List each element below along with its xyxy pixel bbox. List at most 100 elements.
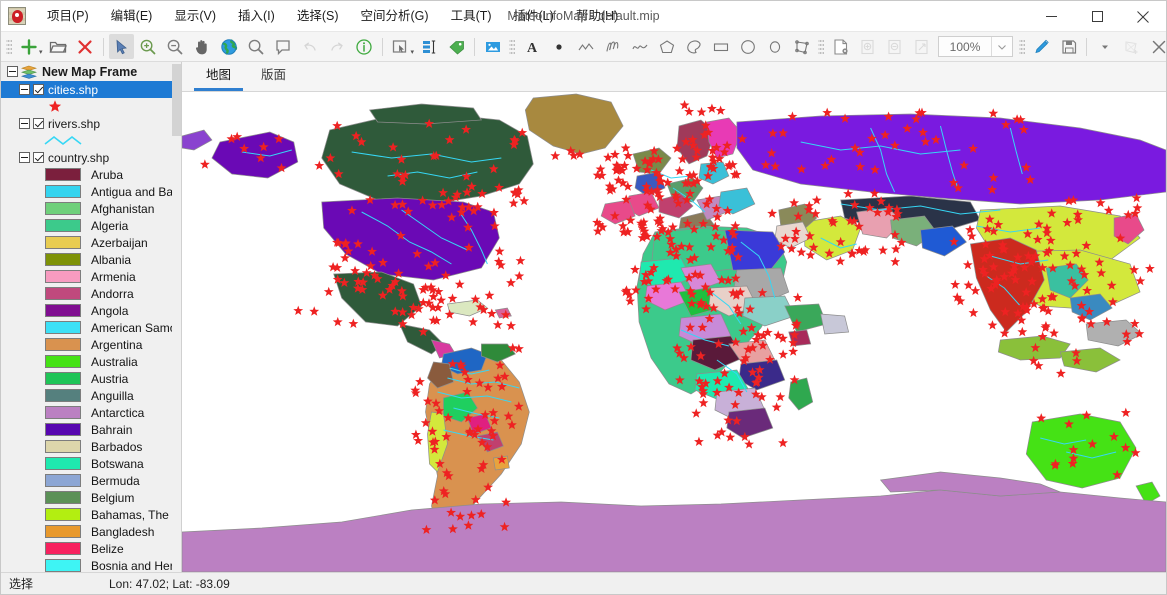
layer-visibility-checkbox[interactable] <box>33 84 44 95</box>
legend-item[interactable]: Belgium <box>1 489 181 506</box>
legend-item[interactable]: American Samo <box>1 319 181 336</box>
tree-item-rivers-layer[interactable]: rivers.shp <box>1 115 181 132</box>
scrollbar-thumb[interactable] <box>172 64 181 136</box>
tab-map[interactable]: 地图 <box>194 60 243 91</box>
legend-item[interactable]: Belize <box>1 540 181 557</box>
identify-info-button[interactable] <box>352 34 377 59</box>
layer-visibility-checkbox[interactable] <box>33 118 44 129</box>
status-mode-label: 选择 <box>1 575 109 592</box>
close-button[interactable] <box>1120 1 1166 32</box>
layout-zoom-out-button[interactable] <box>882 34 907 59</box>
page-setup-button[interactable] <box>828 34 853 59</box>
insert-text-button[interactable]: A <box>519 34 544 59</box>
menu-view[interactable]: 显示(V) <box>163 3 227 29</box>
edit-tools-dropdown[interactable] <box>1092 34 1117 59</box>
add-layer-button[interactable] <box>16 34 41 59</box>
menu-project[interactable]: 项目(P) <box>36 3 100 29</box>
menu-tools[interactable]: 工具(T) <box>440 3 503 29</box>
save-edits-button[interactable] <box>1056 34 1081 59</box>
tree-item-map-frame[interactable]: New Map Frame <box>1 62 181 81</box>
legend-item[interactable]: Angola <box>1 302 181 319</box>
zoom-level-combobox[interactable]: 100% <box>938 36 1013 57</box>
select-features-button[interactable] <box>388 34 413 59</box>
legend-item[interactable]: Barbados <box>1 438 181 455</box>
legend-item[interactable]: Armenia <box>1 268 181 285</box>
legend-color-swatch <box>45 185 81 198</box>
layer-visibility-checkbox[interactable] <box>33 152 44 163</box>
expander-icon[interactable] <box>19 118 30 129</box>
expander-icon[interactable] <box>19 152 30 163</box>
legend-item[interactable]: Bahamas, The <box>1 506 181 523</box>
chevron-down-icon[interactable] <box>991 37 1012 56</box>
legend-item[interactable]: Bahrain <box>1 421 181 438</box>
select-tool-button[interactable] <box>109 34 134 59</box>
toolbar-grip[interactable] <box>6 38 12 56</box>
legend-item[interactable]: Bosnia and Her <box>1 557 181 572</box>
tab-layout[interactable]: 版面 <box>249 60 298 91</box>
expander-icon[interactable] <box>7 66 18 77</box>
menu-edit[interactable]: 编辑(E) <box>100 3 164 29</box>
insert-rectangle-button[interactable] <box>708 34 733 59</box>
tree-item-cities-layer[interactable]: cities.shp <box>1 81 181 98</box>
zoom-level-value[interactable]: 100% <box>939 37 991 56</box>
legend-item[interactable]: Andorra <box>1 285 181 302</box>
legend-item[interactable]: Afghanistan <box>1 200 181 217</box>
edit-delete-feature-button[interactable] <box>1146 34 1167 59</box>
map-canvas[interactable] <box>182 92 1166 572</box>
zoom-in-button[interactable] <box>136 34 161 59</box>
menu-plugins[interactable]: 插件(L) <box>503 3 565 29</box>
insert-circle-button[interactable] <box>735 34 760 59</box>
insert-image-button[interactable] <box>480 34 505 59</box>
legend-item[interactable]: Austria <box>1 370 181 387</box>
undo-button[interactable] <box>298 34 323 59</box>
legend-item[interactable]: Bermuda <box>1 472 181 489</box>
menu-help[interactable]: 帮助(H) <box>565 3 629 29</box>
world-map-rendering[interactable] <box>182 92 1166 572</box>
layout-full-extent-button[interactable] <box>909 34 934 59</box>
meteoinfo-logo-icon <box>8 7 26 25</box>
full-extent-button[interactable] <box>217 34 242 59</box>
insert-freehand-button[interactable] <box>600 34 625 59</box>
legend-item[interactable]: Botswana <box>1 455 181 472</box>
layers-panel-scrollbar[interactable] <box>172 62 181 572</box>
zoom-to-rectangle-button[interactable] <box>271 34 296 59</box>
expander-icon[interactable] <box>19 84 30 95</box>
maximize-button[interactable] <box>1074 1 1120 32</box>
toolbar-grip[interactable] <box>509 38 515 56</box>
insert-polyline-button[interactable] <box>573 34 598 59</box>
insert-curve-polygon-button[interactable] <box>681 34 706 59</box>
zoom-out-button[interactable] <box>163 34 188 59</box>
menu-insert[interactable]: 插入(I) <box>227 3 286 29</box>
insert-shape-button[interactable] <box>789 34 814 59</box>
legend-item[interactable]: Bangladesh <box>1 523 181 540</box>
redo-button[interactable] <box>325 34 350 59</box>
legend-item[interactable]: Argentina <box>1 336 181 353</box>
legend-item[interactable]: Aruba <box>1 166 181 183</box>
insert-polygon-button[interactable] <box>654 34 679 59</box>
legend-item[interactable]: Antarctica <box>1 404 181 421</box>
legend-item[interactable]: Anguilla <box>1 387 181 404</box>
minimize-button[interactable] <box>1028 1 1074 32</box>
menu-spatial-analysis[interactable]: 空间分析(G) <box>350 3 440 29</box>
pan-button[interactable] <box>190 34 215 59</box>
layout-zoom-in-button[interactable] <box>855 34 880 59</box>
legend-item[interactable]: Azerbaijan <box>1 234 181 251</box>
insert-curve-button[interactable] <box>627 34 652 59</box>
attribute-table-button[interactable] <box>417 34 442 59</box>
legend-item[interactable]: Australia <box>1 353 181 370</box>
identify-zoom-button[interactable] <box>244 34 269 59</box>
remove-layer-button[interactable] <box>73 34 98 59</box>
toolbar-grip[interactable] <box>1019 38 1025 56</box>
tree-item-country-layer[interactable]: country.shp <box>1 149 181 166</box>
legend-item[interactable]: Algeria <box>1 217 181 234</box>
label-features-button[interactable] <box>444 34 469 59</box>
toolbar-grip[interactable] <box>818 38 824 56</box>
legend-item[interactable]: Albania <box>1 251 181 268</box>
edit-add-feature-button[interactable] <box>1119 34 1144 59</box>
insert-ellipse-button[interactable] <box>762 34 787 59</box>
insert-point-button[interactable] <box>546 34 571 59</box>
edit-layer-button[interactable] <box>1029 34 1054 59</box>
legend-item[interactable]: Antigua and Ba <box>1 183 181 200</box>
open-project-button[interactable] <box>46 34 71 59</box>
menu-select[interactable]: 选择(S) <box>286 3 350 29</box>
